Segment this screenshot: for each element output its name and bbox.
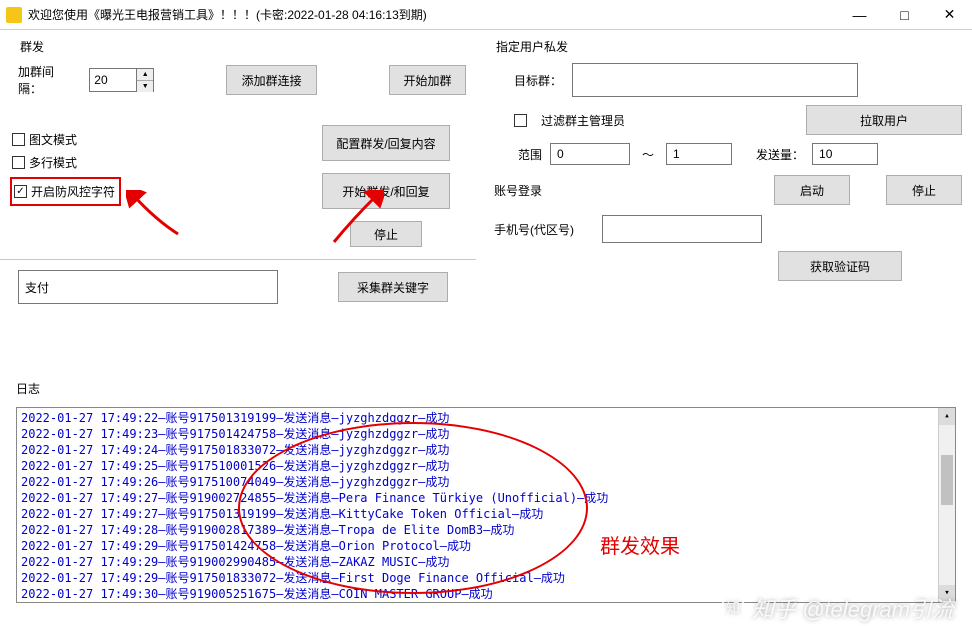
anti-risk-label: 开启防风控字符 <box>31 183 115 200</box>
filter-admin-checkbox[interactable] <box>514 114 527 127</box>
multiline-checkbox[interactable] <box>12 156 25 169</box>
config-content-button[interactable]: 配置群发/回复内容 <box>322 125 450 161</box>
group-send-panel: 群发 加群间隔： ▲ ▼ 添加群连接 开始加群 <box>0 30 476 255</box>
start-join-button[interactable]: 开始加群 <box>389 65 466 95</box>
stop-button[interactable]: 停止 <box>350 221 422 247</box>
group-send-legend: 群发 <box>18 38 466 55</box>
log-scrollbar[interactable]: ▴ ▾ <box>938 408 955 602</box>
target-group-input[interactable] <box>572 63 858 97</box>
tilde-label: ～ <box>638 146 658 163</box>
anti-risk-highlight: 开启防风控字符 <box>10 177 121 206</box>
zhihu-icon: 知 <box>722 597 744 619</box>
get-code-button[interactable]: 获取验证码 <box>778 251 902 281</box>
minimize-button[interactable]: — <box>837 0 882 30</box>
range-to-input[interactable] <box>666 143 732 165</box>
filter-admin-label: 过滤群主管理员 <box>541 112 625 129</box>
pull-users-button[interactable]: 拉取用户 <box>806 105 962 135</box>
start-dm-button[interactable]: 启动 <box>774 175 850 205</box>
log-title: 日志 <box>16 380 956 397</box>
send-count-label: 发送量： <box>756 146 804 163</box>
phone-input[interactable] <box>602 215 762 243</box>
log-line: 2022-01-27 17:49:22—账号917501319199—发送消息—… <box>21 410 937 426</box>
interval-label: 加群间隔： <box>18 63 65 97</box>
window-controls: — □ ✕ <box>837 0 972 30</box>
annotation-effect-label: 群发效果 <box>600 530 680 559</box>
maximize-button[interactable]: □ <box>882 0 927 30</box>
window-title: 欢迎您使用《曝光王电报营销工具》！！！(卡密:2022-01-28 04:16:… <box>28 6 837 23</box>
scroll-thumb[interactable] <box>941 455 953 505</box>
scroll-up-icon[interactable]: ▴ <box>939 408 955 425</box>
annotation-oval <box>238 422 588 594</box>
spinner-down-icon[interactable]: ▼ <box>137 81 153 92</box>
dm-legend: 指定用户私发 <box>494 38 962 55</box>
start-send-button[interactable]: 开始群发/和回复 <box>322 173 450 209</box>
target-group-label: 目标群： <box>494 72 562 89</box>
titlebar: 欢迎您使用《曝光王电报营销工具》！！！(卡密:2022-01-28 04:16:… <box>0 0 972 30</box>
spinner-up-icon[interactable]: ▲ <box>137 69 153 81</box>
watermark-text: 知乎 @telegram引流 <box>752 592 954 624</box>
image-mode-label: 图文模式 <box>29 131 77 148</box>
watermark: 知 知乎 @telegram引流 <box>722 592 954 624</box>
anti-risk-checkbox[interactable] <box>14 185 27 198</box>
dm-panel: 指定用户私发 目标群： 过滤群主管理员 拉取用户 范围 ～ 发送量： <box>476 30 972 297</box>
add-group-link-button[interactable]: 添加群连接 <box>226 65 317 95</box>
range-label: 范围 <box>494 146 542 163</box>
keyword-input[interactable] <box>18 270 278 304</box>
collect-keyword-button[interactable]: 采集群关键字 <box>338 272 448 302</box>
multiline-label: 多行模式 <box>29 154 77 171</box>
image-mode-checkbox[interactable] <box>12 133 25 146</box>
account-login-label: 账号登录 <box>494 182 562 199</box>
interval-spinner[interactable]: ▲ ▼ <box>89 68 154 92</box>
send-count-input[interactable] <box>812 143 878 165</box>
phone-label: 手机号(代区号) <box>494 221 592 238</box>
stop-dm-button[interactable]: 停止 <box>886 175 962 205</box>
app-icon <box>6 7 22 23</box>
range-from-input[interactable] <box>550 143 630 165</box>
close-button[interactable]: ✕ <box>927 0 972 30</box>
interval-input[interactable] <box>90 69 136 91</box>
